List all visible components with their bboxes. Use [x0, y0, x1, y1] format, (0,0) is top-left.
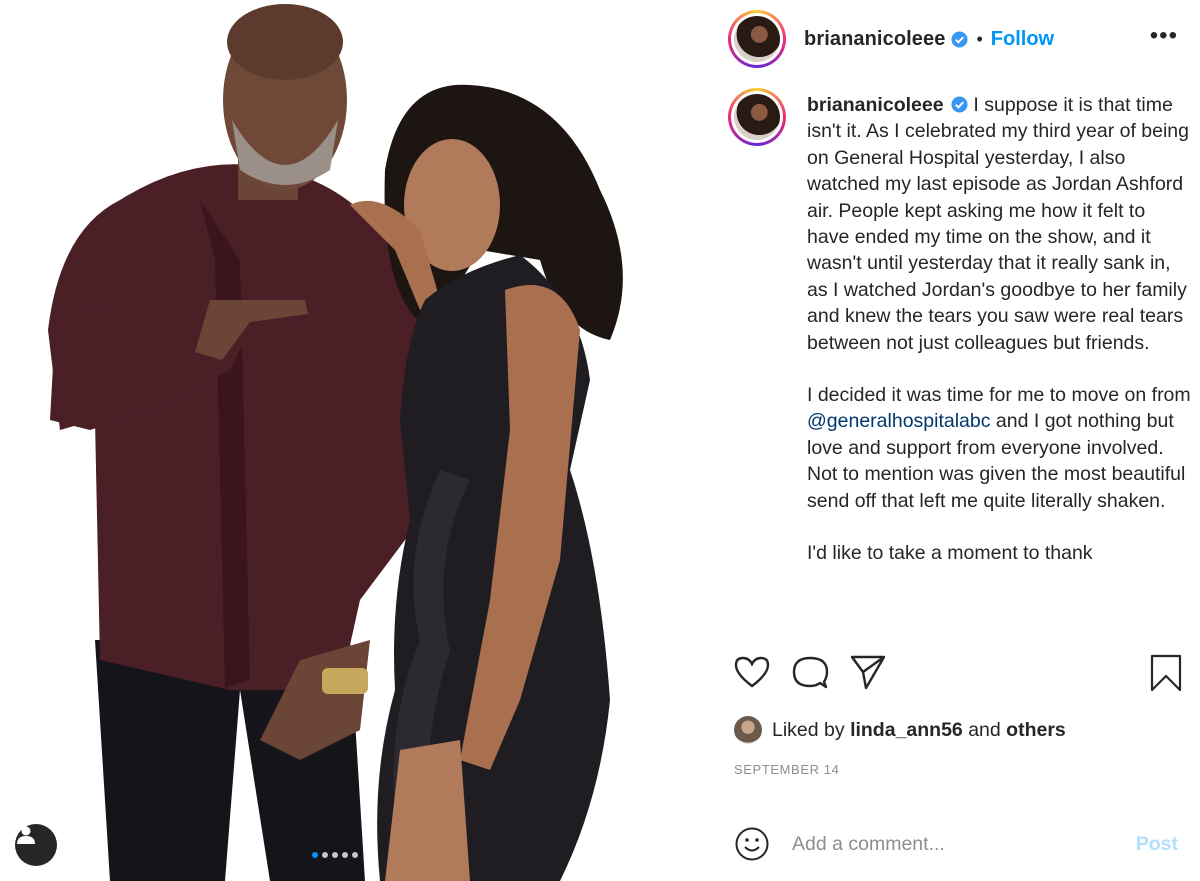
carousel-dot[interactable] — [342, 852, 348, 858]
mention-link[interactable]: @generalhospitalabc — [807, 410, 991, 432]
post-header: briananicoleee • Follow ••• — [712, 0, 1200, 78]
person-icon — [17, 826, 35, 844]
liker-avatar[interactable] — [734, 716, 762, 744]
smiley-icon[interactable] — [734, 826, 770, 862]
comment-input[interactable] — [792, 832, 1112, 856]
caption-paragraph-1: I suppose it is that time isn't it. As I… — [807, 94, 1189, 354]
photo-illustration — [0, 0, 712, 881]
carousel-dot[interactable] — [332, 852, 338, 858]
likes-others-link[interactable]: others — [1006, 719, 1066, 742]
carousel-dot[interactable] — [352, 852, 358, 858]
post-photo[interactable] — [0, 0, 712, 881]
caption-paragraph-2-start: I decided it was time for me to move on … — [807, 384, 1191, 407]
carousel-indicator — [312, 852, 358, 858]
heart-icon[interactable] — [732, 652, 772, 692]
post-side-panel: briananicoleee • Follow ••• briananicole… — [712, 0, 1200, 881]
author-avatar[interactable] — [728, 10, 786, 68]
carousel-dot[interactable] — [322, 852, 328, 858]
post-date[interactable]: SEPTEMBER 14 — [734, 762, 839, 777]
user-tag-button[interactable] — [15, 824, 57, 866]
likes-prefix: Liked by — [772, 718, 845, 741]
post-comment-button[interactable]: Post — [1136, 833, 1178, 856]
bookmark-icon[interactable] — [1146, 652, 1186, 692]
paper-plane-icon[interactable] — [848, 652, 888, 692]
carousel-dot[interactable] — [312, 852, 318, 858]
follow-button[interactable]: Follow — [991, 28, 1054, 51]
comment-bubble-icon[interactable] — [790, 652, 830, 692]
caption-author-avatar[interactable] — [728, 88, 786, 146]
caption-paragraph-3: I'd like to take a moment to thank — [807, 542, 1093, 565]
separator-dot: • — [976, 28, 983, 49]
caption-text: briananicoleee I suppose it is that time… — [807, 92, 1192, 593]
liker-username[interactable]: linda_ann56 — [850, 719, 963, 742]
caption-scroll-area[interactable]: briananicoleee I suppose it is that time… — [712, 78, 1200, 630]
verified-badge-icon — [951, 30, 968, 48]
more-options-button[interactable]: ••• — [1150, 24, 1178, 48]
verified-badge-icon — [951, 96, 968, 113]
comment-bar: Post — [712, 816, 1200, 872]
post-actions — [712, 648, 1200, 698]
author-username[interactable]: briananicoleee — [804, 28, 945, 51]
likes-middle: and — [968, 718, 1001, 741]
caption-username[interactable]: briananicoleee — [807, 94, 944, 116]
likes-summary[interactable]: Liked by linda_ann56 and others — [734, 716, 1066, 744]
